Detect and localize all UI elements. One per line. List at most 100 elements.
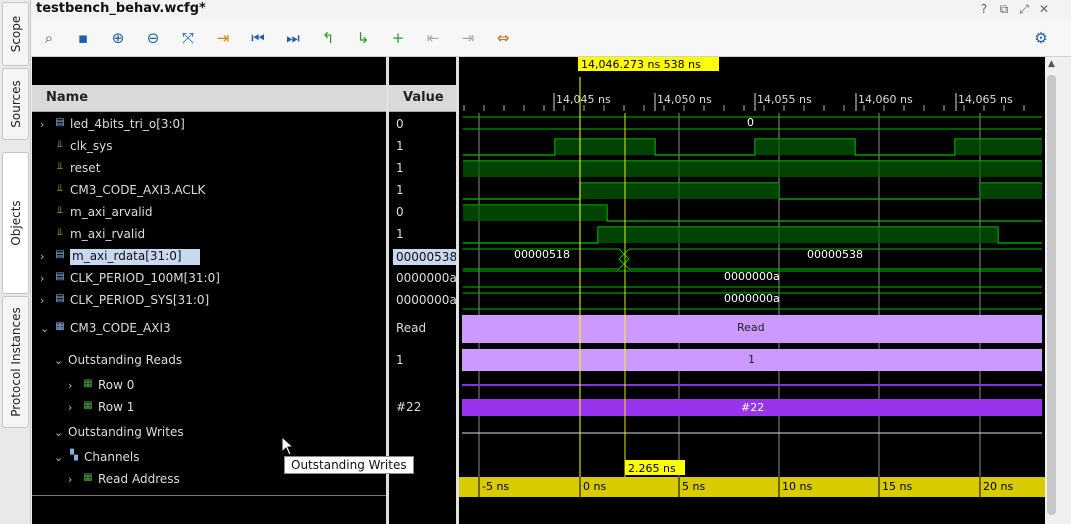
signal-name: Row 0 <box>98 378 135 392</box>
gear-icon[interactable]: ⚙ <box>1031 28 1051 48</box>
next-marker-icon[interactable]: ⇥ <box>458 28 478 48</box>
signal-row[interactable]: › ▤ CLK_PERIOD_SYS[31:0] <box>32 290 386 312</box>
signal-name: clk_sys <box>70 139 113 153</box>
swap-cursors-icon[interactable]: ⇔ <box>493 28 513 48</box>
add-marker-icon[interactable]: + <box>388 28 408 48</box>
signal-name: m_axi_rvalid <box>70 227 146 241</box>
previous-marker-icon[interactable]: ⇤ <box>423 28 443 48</box>
cursor-time-label: 14,046.273 ns 538 ns <box>581 58 701 71</box>
go-to-end-icon[interactable]: ⏭ <box>283 28 303 48</box>
signal-row[interactable]: › ▦ Row 0 <box>32 375 386 397</box>
mouse-pointer-icon <box>281 436 295 456</box>
vertical-scrollbar[interactable]: ▲ <box>1045 57 1059 524</box>
signal-row[interactable]: ⫫ CM3_CODE_AXI3.ACLK <box>32 180 386 202</box>
name-panel: Name › ▤ led_4bits_tri_o[3:0] ⫫ clk_sys ⫫ rese… <box>32 57 386 524</box>
signal-row[interactable]: ⌄ Outstanding Reads <box>32 350 386 372</box>
signal-row[interactable]: ⫫ clk_sys <box>32 136 386 158</box>
bit-high-fill <box>580 183 779 199</box>
signal-row[interactable]: ⫫ m_axi_arvalid <box>32 202 386 224</box>
tab-sources-label: Sources <box>8 80 23 128</box>
zoom-out-icon[interactable]: ⊖ <box>143 28 163 48</box>
expand-arrow-icon[interactable]: › <box>68 473 72 486</box>
toolbar: ⌕ ▪ ⊕ ⊖ ⤧ ⇥ ⏮ ⏭ ↰ ↳ + ⇤ ⇥ ⇔ ⚙ <box>31 20 1071 57</box>
scroll-up-icon[interactable]: ▲ <box>1048 59 1055 69</box>
maximize-icon[interactable]: ⤢ <box>1017 2 1031 16</box>
ruler-label: 14,060 ns <box>858 93 913 106</box>
relative-ruler <box>459 477 1045 497</box>
bit-high-fill <box>463 161 1042 177</box>
go-to-start-icon[interactable]: ⏮ <box>248 28 268 48</box>
bus-signal-icon: ▤ <box>55 117 65 128</box>
signal-name: CLK_PERIOD_100M[31:0] <box>70 271 220 285</box>
signal-row[interactable]: ⫫ m_axi_rvalid <box>32 224 386 246</box>
collapse-arrow-icon[interactable]: ⌄ <box>54 426 63 439</box>
tab-protocol-instances[interactable]: Protocol Instances <box>2 296 29 428</box>
help-icon[interactable]: ? <box>977 2 991 16</box>
signal-row[interactable]: › ▦ Row 1 <box>32 397 386 419</box>
tab-objects[interactable]: Objects <box>2 152 29 294</box>
zoom-fit-icon[interactable]: ⤧ <box>178 28 198 48</box>
go-to-cursor-icon[interactable]: ⇥ <box>213 28 233 48</box>
relative-label: -5 ns <box>482 480 509 493</box>
ruler-label: 14,065 ns <box>958 93 1013 106</box>
signal-row[interactable]: ⫫ reset <box>32 158 386 180</box>
proto-signal-icon: ▦ <box>55 321 65 332</box>
signal-value: 00000538 <box>393 249 461 265</box>
bus-value-label: 0 <box>747 116 754 129</box>
row-signal-icon: ▦ <box>83 472 93 483</box>
save-icon[interactable]: ▪ <box>73 28 93 48</box>
delta-label: 2.265 ns <box>628 462 676 475</box>
signal-name: m_axi_arvalid <box>70 205 153 219</box>
collapse-arrow-icon[interactable]: ⌄ <box>54 354 63 367</box>
signal-value: 1 <box>396 139 404 153</box>
row1-label: #22 <box>741 401 764 414</box>
bit-high-fill <box>755 139 855 155</box>
relative-label: 15 ns <box>882 480 912 493</box>
signal-name: Outstanding Reads <box>68 353 183 367</box>
next-transition-icon[interactable]: ↳ <box>353 28 373 48</box>
waveform-canvas[interactable]: 14,045 ns 14,050 ns 14,055 ns 14,060 ns 14,0… <box>459 57 1045 524</box>
side-tab-strip: Scope Sources Objects Protocol Instances <box>0 0 31 524</box>
tab-sources[interactable]: Sources <box>2 68 29 140</box>
previous-transition-icon[interactable]: ↰ <box>318 28 338 48</box>
signal-row[interactable]: ⌄ ▦ CM3_CODE_AXI3 <box>32 318 386 340</box>
name-column-header[interactable]: Name <box>32 85 386 112</box>
scrollbar-thumb[interactable] <box>1047 75 1056 515</box>
signal-name: m_axi_rdata[31:0] <box>70 249 200 265</box>
collapse-arrow-icon[interactable]: ⌄ <box>54 451 63 464</box>
signal-name: CM3_CODE_AXI3.ACLK <box>70 183 206 197</box>
signal-row[interactable]: ⌄ Outstanding Writes <box>32 422 386 444</box>
relative-label: 10 ns <box>782 480 812 493</box>
signal-value: #22 <box>396 400 422 414</box>
signal-name: reset <box>70 161 101 175</box>
value-column-header[interactable]: Value <box>389 85 456 112</box>
expand-arrow-icon[interactable]: › <box>40 118 44 131</box>
tab-scope[interactable]: Scope <box>2 2 29 66</box>
zoom-in-icon[interactable]: ⊕ <box>108 28 128 48</box>
search-icon[interactable]: ⌕ <box>39 28 59 48</box>
relative-label: 20 ns <box>983 480 1013 493</box>
expand-arrow-icon[interactable]: › <box>68 401 72 414</box>
bit-signal-icon: ⫫ <box>57 227 63 238</box>
chan-signal-icon: ▚ <box>70 450 78 461</box>
expand-arrow-icon[interactable]: › <box>40 272 44 285</box>
collapse-arrow-icon[interactable]: ⌄ <box>40 322 49 335</box>
bus-signal-icon: ▤ <box>55 249 65 260</box>
waveform-panel[interactable]: 14,045 ns 14,050 ns 14,055 ns 14,060 ns 14,0… <box>459 57 1045 524</box>
signal-name: CM3_CODE_AXI3 <box>70 321 171 335</box>
bus-signal-icon: ▤ <box>55 271 65 282</box>
close-icon[interactable]: ✕ <box>1037 2 1051 16</box>
expand-arrow-icon[interactable]: › <box>40 294 44 307</box>
window-title: testbench_behav.wcfg* <box>36 1 206 16</box>
signal-row[interactable]: › ▤ CLK_PERIOD_100M[31:0] <box>32 268 386 290</box>
ruler-label: 14,045 ns <box>556 93 611 106</box>
expand-arrow-icon[interactable]: › <box>68 379 72 392</box>
signal-row[interactable]: › ▤ led_4bits_tri_o[3:0] <box>32 114 386 136</box>
outstanding-reads-label: 1 <box>748 353 755 366</box>
expand-arrow-icon[interactable]: › <box>40 250 44 263</box>
bit-high-fill <box>955 139 1042 155</box>
name-header-label: Name <box>46 90 89 105</box>
value-panel: Value 0 1 1 1 0 1 00000538 0000000a 0000000a Read… <box>389 57 461 524</box>
restore-icon[interactable]: ⧉ <box>997 2 1011 16</box>
signal-row[interactable]: › ▤ m_axi_rdata[31:0] <box>32 246 386 268</box>
